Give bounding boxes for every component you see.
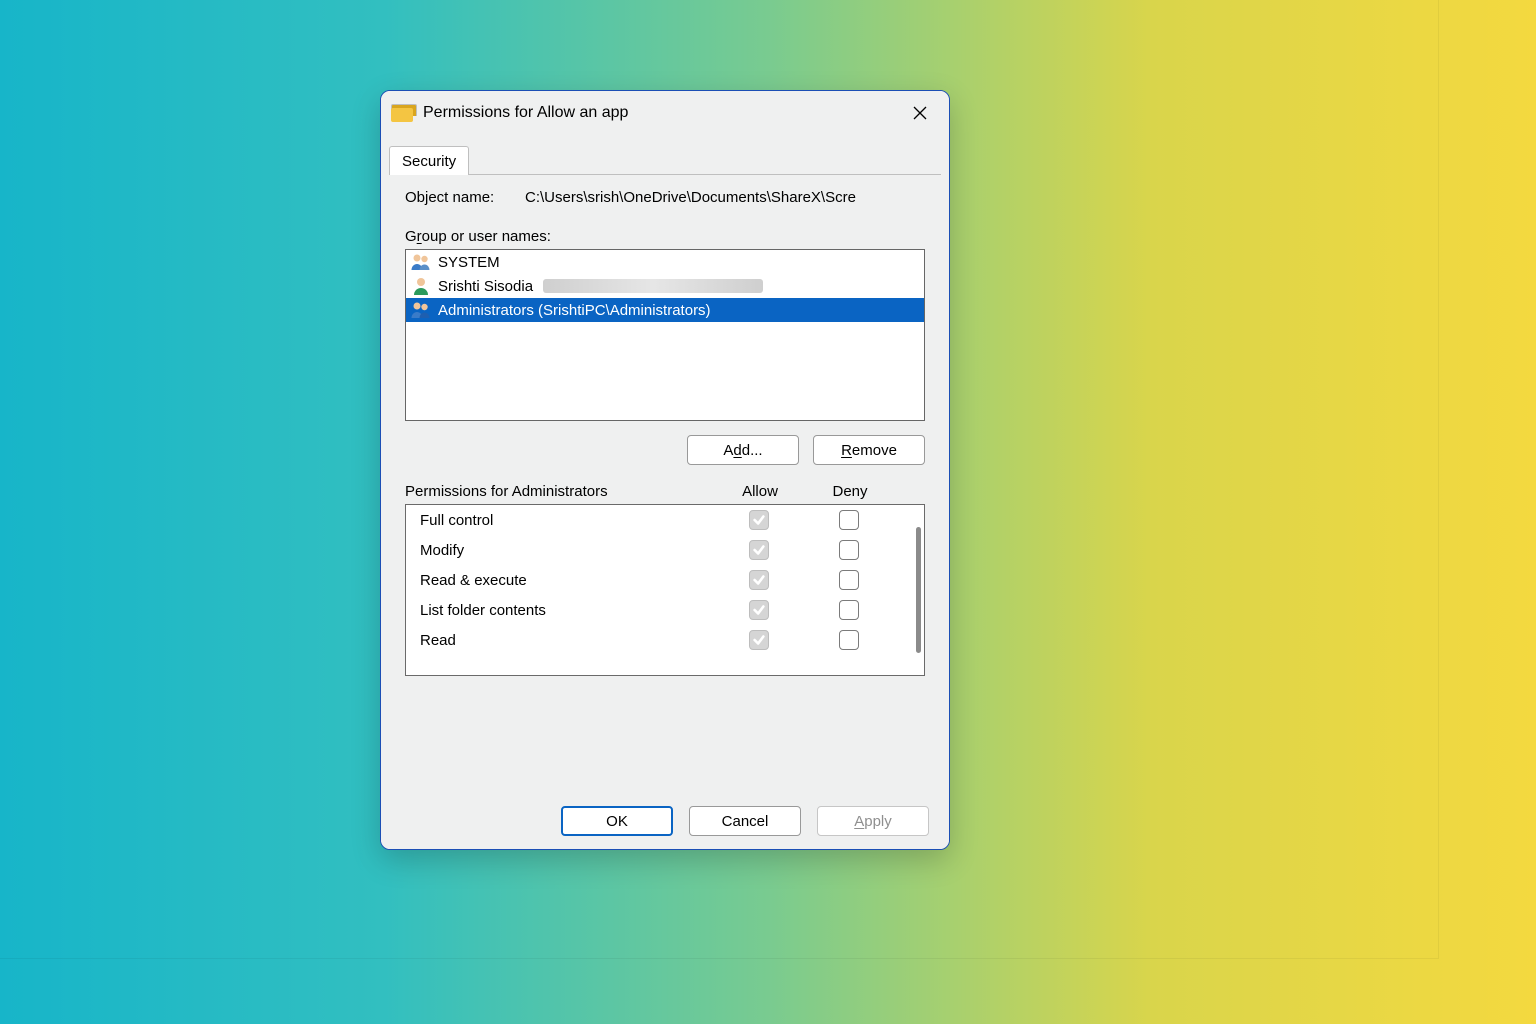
checkbox-checked-disabled[interactable] (749, 510, 769, 530)
add-button[interactable]: Add... (687, 435, 799, 465)
checkbox-checked-disabled[interactable] (749, 540, 769, 560)
user-icon (410, 276, 432, 296)
dialog-footer: OK Cancel Apply (381, 793, 949, 849)
permission-label: Read & execute (420, 572, 714, 589)
permission-label: Full control (420, 512, 714, 529)
redacted-text (543, 279, 763, 293)
object-name-label: Object name: (405, 189, 525, 206)
deny-cell (804, 540, 894, 560)
user-list-item[interactable]: Srishti Sisodia (406, 274, 924, 298)
permission-row: Read (406, 625, 924, 655)
permission-label: Read (420, 632, 714, 649)
permission-row: Read & execute (406, 565, 924, 595)
user-list-item[interactable]: SYSTEM (406, 250, 924, 274)
checkbox-unchecked[interactable] (839, 570, 859, 590)
deny-cell (804, 630, 894, 650)
allow-cell (714, 570, 804, 590)
user-buttons-row: Add... Remove (405, 435, 925, 465)
user-list-item-label: SYSTEM (438, 254, 500, 271)
dialog-body: Object name: C:\Users\srish\OneDrive\Doc… (389, 175, 941, 785)
checkbox-checked-disabled[interactable] (749, 570, 769, 590)
group-user-names-list[interactable]: SYSTEM Srishti Sisodia Administrators (S… (405, 249, 925, 421)
window-title: Permissions for Allow an app (423, 104, 628, 122)
checkbox-unchecked[interactable] (839, 510, 859, 530)
deny-column-header: Deny (805, 483, 895, 500)
checkbox-checked-disabled[interactable] (749, 630, 769, 650)
allow-column-header: Allow (715, 483, 805, 500)
allow-cell (714, 630, 804, 650)
permissions-list: Full control Modify Read & execute List fol… (405, 504, 925, 676)
ok-button[interactable]: OK (561, 806, 673, 836)
allow-cell (714, 600, 804, 620)
allow-cell (714, 510, 804, 530)
tab-row: Security (389, 141, 941, 175)
checkbox-checked-disabled[interactable] (749, 600, 769, 620)
permissions-for-label: Permissions for Administrators (405, 483, 715, 500)
checkbox-unchecked[interactable] (839, 540, 859, 560)
apply-button[interactable]: Apply (817, 806, 929, 836)
checkbox-unchecked[interactable] (839, 600, 859, 620)
allow-cell (714, 540, 804, 560)
checkbox-unchecked[interactable] (839, 630, 859, 650)
group-user-names-label: Group or user names: (405, 228, 925, 245)
permission-row: Full control (406, 505, 924, 535)
deny-cell (804, 600, 894, 620)
permission-label: List folder contents (420, 602, 714, 619)
permissions-dialog: Permissions for Allow an app Security Ob… (380, 90, 950, 850)
group-icon (410, 252, 432, 272)
tab-security[interactable]: Security (389, 146, 469, 175)
permission-row: Modify (406, 535, 924, 565)
remove-button[interactable]: Remove (813, 435, 925, 465)
object-name-row: Object name: C:\Users\srish\OneDrive\Doc… (405, 189, 925, 206)
titlebar: Permissions for Allow an app (381, 91, 949, 135)
folder-icon (391, 104, 413, 122)
permission-label: Modify (420, 542, 714, 559)
user-list-item-label: Srishti Sisodia (438, 278, 533, 295)
object-name-value: C:\Users\srish\OneDrive\Documents\ShareX… (525, 189, 925, 206)
user-list-item[interactable]: Administrators (SrishtiPC\Administrators… (406, 298, 924, 322)
deny-cell (804, 570, 894, 590)
permission-row: List folder contents (406, 595, 924, 625)
permissions-scrollbar[interactable] (916, 527, 921, 653)
user-list-item-label: Administrators (SrishtiPC\Administrators… (438, 302, 711, 319)
permissions-header: Permissions for Administrators Allow Den… (405, 483, 925, 504)
cancel-button[interactable]: Cancel (689, 806, 801, 836)
deny-cell (804, 510, 894, 530)
close-button[interactable] (897, 97, 943, 129)
close-icon (913, 106, 927, 120)
group-icon (410, 300, 432, 320)
